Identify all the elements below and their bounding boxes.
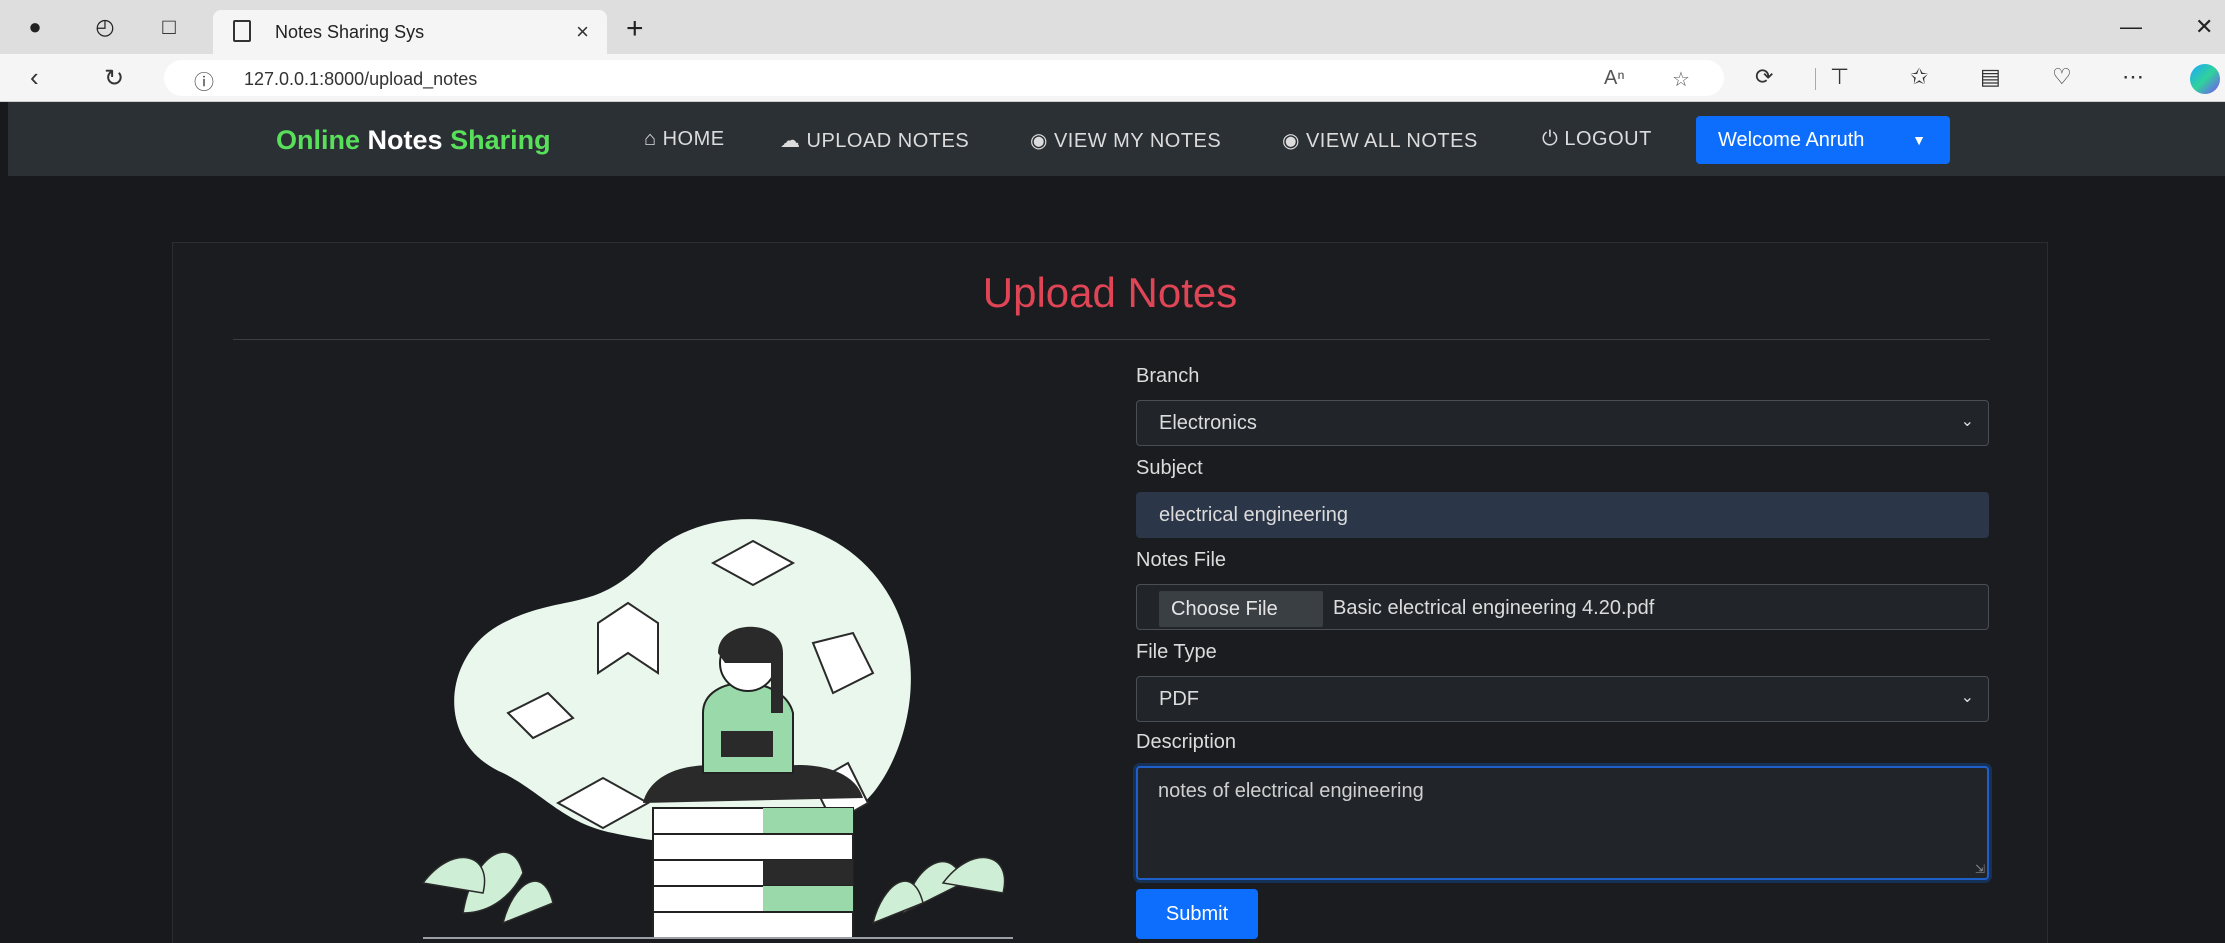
file-type-value: PDF — [1159, 688, 1199, 710]
caret-down-icon: ▼ — [1912, 132, 1926, 148]
subject-input[interactable]: electrical engineering — [1136, 492, 1989, 538]
description-textarea[interactable]: notes of electrical engineering ⇲ — [1136, 766, 1989, 880]
url-text[interactable]: 127.0.0.1:8000/upload_notes — [244, 69, 477, 90]
nav-upload-notes[interactable]: ☁ UPLOAD NOTES — [780, 128, 969, 153]
read-aloud-icon[interactable]: Aⁿ — [1604, 67, 1625, 90]
book-stack — [652, 807, 854, 939]
page-title: Upload Notes — [982, 269, 1238, 316]
nav-home[interactable]: ⌂ HOME — [644, 128, 725, 151]
address-bar[interactable]: ⓘ 127.0.0.1:8000/upload_notes Aⁿ ☆ — [164, 60, 1724, 96]
toolbar-divider — [1815, 68, 1816, 90]
more-menu-icon[interactable]: ⋯ — [2122, 64, 2144, 90]
workspaces-icon[interactable]: ◴ — [90, 14, 120, 40]
refresh-icon[interactable]: ↻ — [104, 64, 124, 93]
favorites-icon[interactable]: ✩ — [1910, 64, 1928, 90]
title-divider — [233, 339, 1990, 340]
home-icon: ⌂ — [644, 128, 657, 150]
new-tab-button[interactable]: + — [626, 12, 644, 46]
cloud-upload-icon: ☁ — [780, 130, 801, 152]
extensions-icon[interactable]: ⟳ — [1755, 64, 1773, 90]
nav-view-all-notes[interactable]: ◉ VIEW ALL NOTES — [1282, 128, 1478, 153]
notes-file-label: Notes File — [1136, 549, 1227, 571]
back-icon[interactable]: ‹ — [30, 62, 39, 93]
branch-label: Branch — [1136, 365, 1200, 387]
power-icon: ⏻ — [1542, 128, 1559, 150]
user-dropdown-button[interactable]: Welcome Anruth ▼ — [1696, 116, 1950, 164]
brand-logo[interactable]: Online Notes Sharing — [276, 125, 551, 156]
nav-view-all-label: VIEW ALL NOTES — [1305, 130, 1478, 152]
branch-select[interactable]: Electronics ⌄ — [1136, 400, 1989, 446]
site-info-icon[interactable]: ⓘ — [194, 66, 214, 95]
app-navbar: Online Notes Sharing ⌂ HOME ☁ UPLOAD NOTES… — [8, 102, 2225, 176]
description-value: notes of electrical engineering — [1158, 780, 1424, 802]
reading-girl-illustration — [421, 519, 1013, 939]
eye-icon: ◉ — [1030, 130, 1048, 152]
nav-home-label: HOME — [662, 128, 725, 150]
nav-logout-label: LOGOUT — [1564, 128, 1652, 150]
description-label: Description — [1136, 731, 1237, 753]
nav-view-my-notes[interactable]: ◉ VIEW MY NOTES — [1030, 128, 1221, 153]
branch-value: Electronics — [1159, 412, 1257, 434]
page-icon — [233, 20, 251, 42]
tab-title: Notes Sharing Sys — [275, 22, 425, 42]
file-type-label: File Type — [1136, 641, 1217, 663]
browser-toolbar: ‹ ↻ ⓘ 127.0.0.1:8000/upload_notes Aⁿ ☆ ⟳… — [0, 54, 2225, 102]
subject-label: Subject — [1136, 457, 1203, 479]
submit-button[interactable]: Submit — [1136, 889, 1258, 939]
copilot-icon[interactable] — [2190, 64, 2220, 94]
nav-upload-label: UPLOAD NOTES — [806, 130, 970, 152]
favorite-star-icon[interactable]: ☆ — [1672, 67, 1690, 92]
selected-file-name: Basic electrical engineering 4.20.pdf — [1333, 597, 1655, 619]
notes-file-input[interactable]: Choose File Basic electrical engineering… — [1136, 584, 1989, 630]
upload-card: Upload Notes Branch Electronics ⌄ Subjec… — [172, 242, 2048, 943]
brand-word-notes: Notes — [367, 125, 443, 155]
close-window-button[interactable]: ✕ — [2195, 14, 2213, 40]
chevron-down-icon: ⌄ — [1960, 689, 1974, 706]
brand-word-online: Online — [276, 125, 361, 155]
nav-view-my-label: VIEW MY NOTES — [1053, 130, 1222, 152]
file-type-select[interactable]: PDF ⌄ — [1136, 676, 1989, 722]
collections-icon[interactable]: ▤ — [1980, 64, 2001, 90]
browser-essentials-icon[interactable]: ♡ — [2052, 64, 2072, 90]
choose-file-button[interactable]: Choose File — [1159, 591, 1323, 627]
brand-word-sharing: Sharing — [450, 125, 551, 155]
browser-tab[interactable]: Notes Sharing Sys × — [213, 10, 607, 54]
welcome-text: Welcome Anruth — [1718, 129, 1865, 151]
profile-icon[interactable]: ● — [20, 14, 50, 40]
tab-actions-icon[interactable]: □ — [154, 14, 184, 40]
tab-close-icon[interactable]: × — [576, 19, 589, 45]
subject-value: electrical engineering — [1159, 504, 1349, 526]
minimize-button[interactable]: — — [2120, 14, 2142, 40]
eye-icon: ◉ — [1282, 130, 1300, 152]
chevron-down-icon: ⌄ — [1960, 413, 1974, 430]
split-screen-icon[interactable]: ⊤ — [1830, 64, 1849, 90]
browser-tabstrip: ● ◴ □ Notes Sharing Sys × + — ✕ — [0, 0, 2225, 54]
nav-logout[interactable]: ⏻ LOGOUT — [1542, 128, 1652, 151]
resize-handle-icon[interactable]: ⇲ — [1975, 862, 1985, 876]
